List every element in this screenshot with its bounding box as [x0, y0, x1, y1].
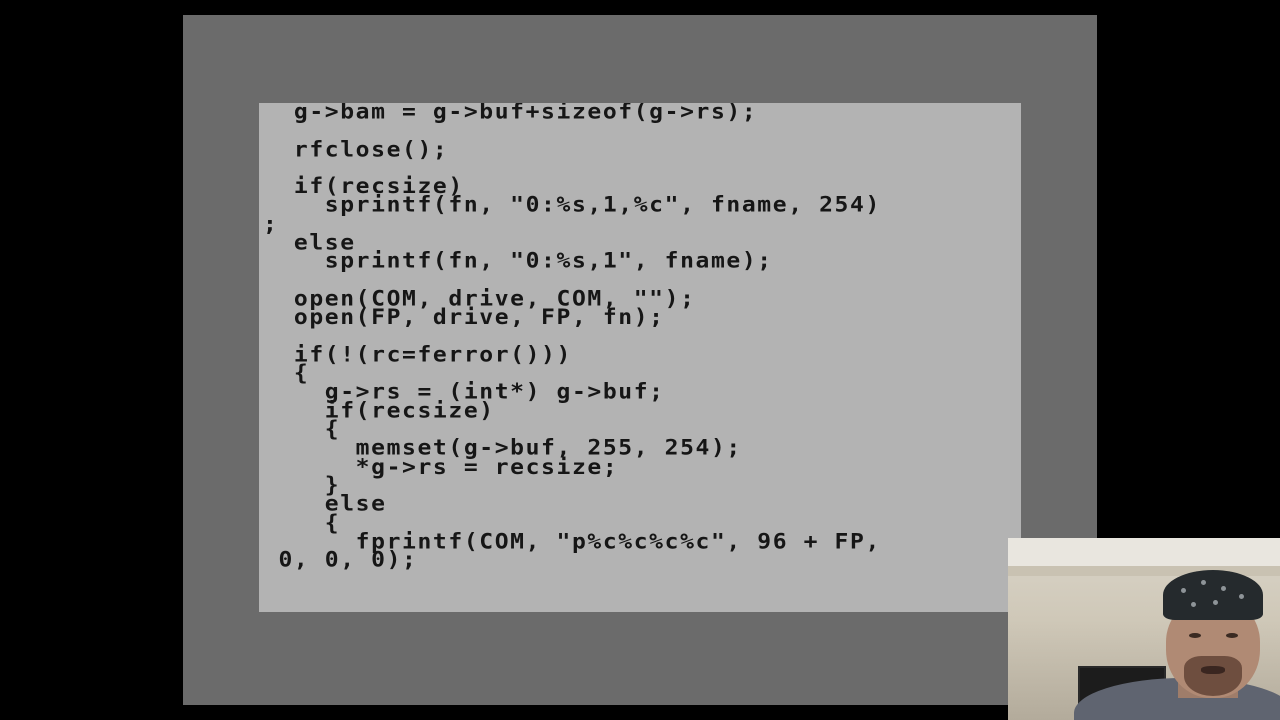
webcam-person-mouth [1201, 666, 1225, 674]
code-listing: g->bam = g->buf+sizeof(g->rs); rfclose()… [263, 103, 881, 573]
code-line: if(!(rc=ferror())) [263, 342, 572, 367]
code-line: 0, 0, 0); [263, 548, 418, 573]
webcam-person-bandana [1163, 570, 1263, 620]
emulator-screen: g->bam = g->buf+sizeof(g->rs); rfclose()… [259, 103, 1021, 612]
bandana-pattern [1191, 602, 1196, 607]
bandana-pattern [1221, 586, 1226, 591]
code-line: sprintf(fn, "0:%s,1", fname); [263, 249, 773, 274]
bandana-pattern [1181, 588, 1186, 593]
code-line: if(recsize) [263, 399, 495, 423]
webcam-person-beard [1184, 656, 1242, 696]
code-line: open(FP, drive, FP, fn); [263, 305, 665, 330]
webcam-person-eye [1189, 633, 1201, 638]
bandana-pattern [1201, 580, 1206, 585]
code-line: rfclose(); [263, 137, 449, 162]
code-line: sprintf(fn, "0:%s,1,%c", fname, 254) [263, 193, 881, 218]
code-line: g->bam = g->buf+sizeof(g->rs); [263, 103, 758, 125]
bandana-pattern [1213, 600, 1218, 605]
bandana-pattern [1239, 594, 1244, 599]
code-line: else [263, 492, 387, 517]
video-frame: g->bam = g->buf+sizeof(g->rs); rfclose()… [0, 0, 1280, 720]
webcam-person-eye [1226, 633, 1238, 638]
webcam-overlay [1008, 538, 1280, 720]
code-line: *g->rs = recsize; [263, 455, 619, 479]
